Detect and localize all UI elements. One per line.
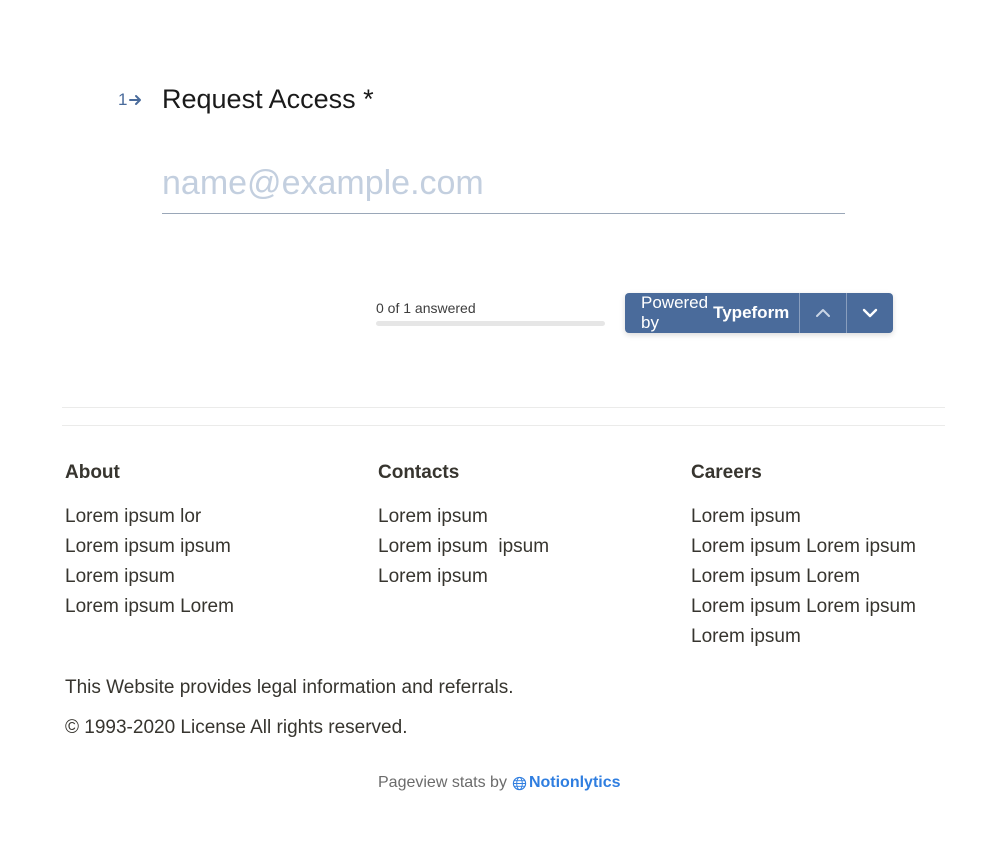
chevron-up-icon: [816, 309, 830, 317]
globe-icon: [512, 776, 527, 790]
footer-link[interactable]: Lorem ipsum lor: [65, 502, 378, 532]
question-title: Request Access *: [162, 84, 374, 114]
chevron-down-icon: [862, 308, 878, 318]
divider: [62, 407, 945, 408]
arrow-right-icon: [129, 94, 142, 105]
progress-indicator: 0 of 1 answered: [376, 300, 605, 326]
typeform-brand: Typeform: [713, 303, 790, 322]
footer-link[interactable]: Lorem ipsum ipsum: [378, 532, 691, 562]
footer-link[interactable]: Lorem ipsum ipsum: [65, 532, 378, 562]
stats-prefix: Pageview stats by: [378, 774, 507, 791]
footer-link[interactable]: Lorem ipsum: [691, 622, 1004, 652]
footer-link[interactable]: Lorem ipsum: [378, 562, 691, 592]
footer-column-contacts: Contacts Lorem ipsum Lorem ipsum ipsum L…: [378, 462, 691, 652]
previous-question-button[interactable]: [800, 293, 846, 333]
email-input[interactable]: [162, 160, 845, 214]
footer-link[interactable]: Lorem ipsum Lorem: [691, 562, 1004, 592]
footer-columns: About Lorem ipsum lor Lorem ipsum ipsum …: [65, 462, 1004, 652]
footer-column-careers: Careers Lorem ipsum Lorem ipsum Lorem ip…: [691, 462, 1004, 652]
copyright-text: © 1993-2020 License All rights reserved.: [65, 717, 408, 738]
powered-by-typeform-link[interactable]: Powered by Typeform: [625, 293, 800, 333]
footer-link[interactable]: Lorem ipsum Lorem: [65, 592, 378, 622]
footer-link[interactable]: Lorem ipsum Lorem ipsum: [691, 592, 1004, 622]
footer-link[interactable]: Lorem ipsum: [691, 502, 1004, 532]
question-header: 1 Request Access *: [118, 84, 374, 115]
pageview-stats: Pageview stats by Notionlytics: [378, 774, 621, 792]
notionlytics-link[interactable]: Notionlytics: [529, 774, 621, 792]
footer-link[interactable]: Lorem ipsum Lorem ipsum: [691, 532, 1004, 562]
progress-track: [376, 321, 605, 326]
footer-link[interactable]: Lorem ipsum: [65, 562, 378, 592]
divider: [62, 425, 945, 426]
legal-text: This Website provides legal information …: [65, 677, 514, 698]
footer-column-about: About Lorem ipsum lor Lorem ipsum ipsum …: [65, 462, 378, 652]
column-heading: Careers: [691, 462, 762, 483]
column-heading: Contacts: [378, 462, 460, 483]
footer-link[interactable]: Lorem ipsum: [378, 502, 691, 532]
typeform-bar: Powered by Typeform: [625, 293, 893, 333]
question-number-text: 1: [118, 89, 128, 109]
powered-by-text: Powered by: [641, 293, 709, 332]
column-heading: About: [65, 462, 120, 483]
progress-label: 0 of 1 answered: [376, 300, 476, 316]
question-number: 1: [118, 90, 162, 110]
next-question-button[interactable]: [846, 293, 893, 333]
